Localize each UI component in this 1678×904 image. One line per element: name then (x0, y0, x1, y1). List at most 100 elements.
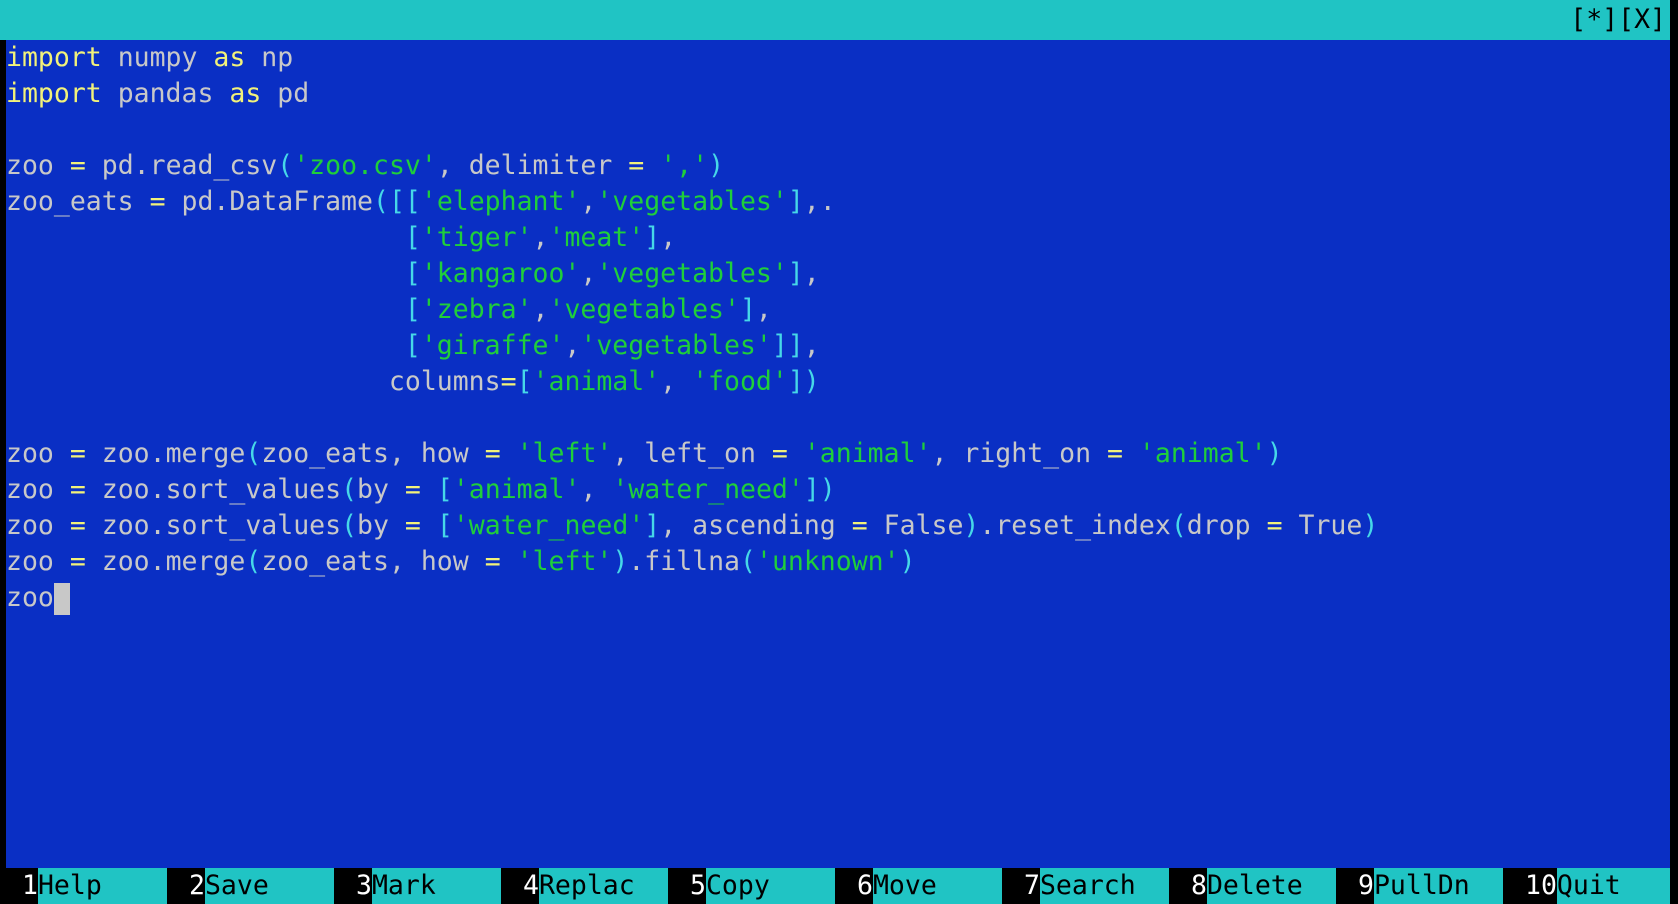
fkey-help[interactable]: 1 Help (0, 868, 167, 904)
fkey-delete[interactable]: 8 Delete (1169, 868, 1336, 904)
code-token: = (69, 510, 86, 541)
code-line[interactable]: ['tiger','meat'], (6, 220, 1670, 256)
code-line[interactable]: zoo = zoo.sort_values(by = ['water_need'… (6, 508, 1670, 544)
code-token: , (580, 258, 597, 289)
code-token: drop (1186, 510, 1267, 541)
fkey-number: 7 (1002, 868, 1040, 904)
code-token: 'animal' (532, 366, 661, 397)
code-token: = (484, 438, 501, 469)
code-token: 'water_need' (452, 510, 645, 541)
code-token: ([[ (372, 186, 421, 217)
fkey-label: Mark (371, 868, 501, 904)
code-token: ] (644, 510, 661, 541)
code-token: = (69, 438, 86, 469)
window-controls[interactable]: [*][X] (1570, 0, 1666, 40)
fkey-pulldn[interactable]: 9 PullDn (1336, 868, 1503, 904)
code-token: ) (612, 546, 629, 577)
code-line[interactable]: import pandas as pd (6, 76, 1670, 112)
code-token: as (229, 78, 262, 109)
code-token: 'elephant' (420, 186, 581, 217)
code-token: ] (644, 222, 661, 253)
code-line[interactable]: zoo = zoo.sort_values(by = ['animal', 'w… (6, 472, 1670, 508)
fkey-number: 1 (0, 868, 38, 904)
code-token: 'tiger' (420, 222, 533, 253)
fkey-save[interactable]: 2 Save (167, 868, 334, 904)
code-token: = (484, 546, 501, 577)
code-token: 'vegetables' (580, 330, 772, 361)
code-token: ( (740, 546, 756, 577)
fkey-mark[interactable]: 3 Mark (334, 868, 501, 904)
code-line[interactable]: import numpy as np (6, 40, 1670, 76)
code-line[interactable]: columns=['animal', 'food']) (6, 364, 1670, 400)
fkey-label: Copy (705, 868, 835, 904)
code-token: 'animal' (452, 474, 581, 505)
fkey-label: Replac (538, 868, 668, 904)
code-token: ( (341, 510, 358, 541)
code-token: , ascending (660, 510, 852, 541)
code-line[interactable]: ['zebra','vegetables'], (6, 292, 1670, 328)
fkey-replac[interactable]: 4 Replac (501, 868, 668, 904)
code-line[interactable] (6, 112, 1670, 148)
code-token: , right_on (931, 438, 1107, 469)
code-token: ] (787, 186, 804, 217)
code-token: ) (708, 150, 725, 181)
code-token: zoo.sort_values (85, 474, 342, 505)
code-line[interactable]: zoo = pd.read_csv('zoo.csv', delimiter =… (6, 148, 1670, 184)
code-token: 'water_need' (612, 474, 804, 505)
code-token: .fillna (628, 546, 741, 577)
code-token: [ (404, 258, 421, 289)
code-token: = (1266, 510, 1283, 541)
code-token: 'zoo.csv' (293, 150, 437, 181)
fkey-number: 9 (1336, 868, 1374, 904)
code-token: zoo.merge (85, 546, 246, 577)
fkey-label: PullDn (1373, 868, 1503, 904)
code-token: by (357, 510, 405, 541)
code-token: [ (436, 474, 453, 505)
code-line[interactable]: zoo = zoo.merge(zoo_eats, how = 'left', … (6, 436, 1670, 472)
code-line[interactable]: zoo = zoo.merge(zoo_eats, how = 'left').… (6, 544, 1670, 580)
code-token: 'meat' (548, 222, 645, 253)
code-token: zoo (6, 582, 54, 613)
fkey-copy[interactable]: 5 Copy (668, 868, 835, 904)
fkey-label: Help (37, 868, 167, 904)
fkey-search[interactable]: 7 Search (1002, 868, 1169, 904)
code-token: ,. (803, 186, 836, 217)
code-token: , (580, 186, 597, 217)
code-token: False (867, 510, 964, 541)
code-token: zoo (6, 510, 70, 541)
code-token: = (851, 510, 868, 541)
function-key-bar: 1 Help 2 Save 3 Mark 4 Replac 5 Copy 6 Move 7 Search 8… (0, 868, 1670, 904)
code-editor[interactable]: import numpy as np import pandas as pd zo… (6, 40, 1670, 868)
code-token: 'vegetables' (596, 258, 788, 289)
code-token: = (1106, 438, 1123, 469)
fkey-quit[interactable]: 10 Quit (1503, 868, 1670, 904)
code-token: 'vegetables' (596, 186, 788, 217)
code-token: = (69, 150, 86, 181)
code-line[interactable]: zoo_eats = pd.DataFrame([['elephant','ve… (6, 184, 1670, 220)
code-token: 'unknown' (755, 546, 900, 577)
code-token: ] (787, 258, 804, 289)
code-token: 'animal' (803, 438, 932, 469)
fkey-move[interactable]: 6 Move (835, 868, 1002, 904)
code-token: ] (739, 294, 756, 325)
code-token: columns (6, 366, 501, 397)
code-line[interactable]: zoo (6, 580, 1670, 616)
code-token: zoo.merge (85, 438, 246, 469)
fkey-label: Quit (1556, 868, 1670, 904)
code-token: = (500, 366, 517, 397)
code-line[interactable]: ['kangaroo','vegetables'], (6, 256, 1670, 292)
fkey-label: Move (872, 868, 1002, 904)
code-line[interactable]: ['giraffe','vegetables']], (6, 328, 1670, 364)
code-token: pd.read_csv (85, 150, 278, 181)
code-token: [ (404, 222, 421, 253)
code-token: zoo (6, 150, 70, 181)
code-line[interactable] (6, 400, 1670, 436)
